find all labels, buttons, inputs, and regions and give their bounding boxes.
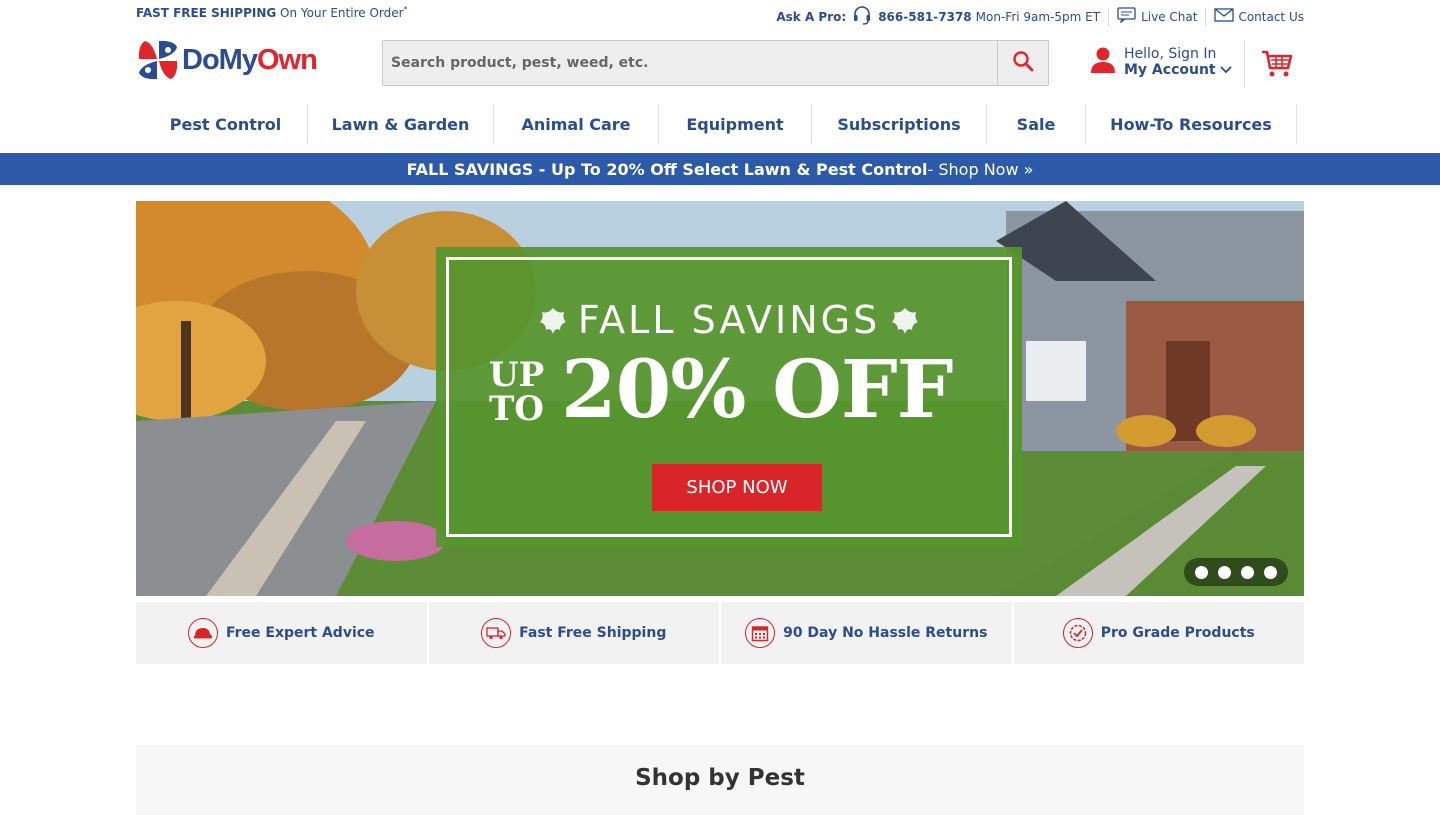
carousel-dot-1[interactable] xyxy=(1195,565,1208,579)
shipping-asterisk: * xyxy=(403,5,408,14)
feature-strip: Free Expert Advice Fast Free Shipping 90… xyxy=(136,602,1304,664)
account-menu[interactable]: Hello, Sign In My Account xyxy=(1090,46,1233,78)
hero-carousel[interactable]: FALL SAVINGS UP TO 20% OFF SHOP NOW xyxy=(136,201,1304,596)
nav-item-subscriptions[interactable]: Subscriptions xyxy=(812,104,987,144)
support-hours: Mon-Fri 9am-5pm ET xyxy=(975,9,1101,24)
search-bar xyxy=(382,40,1049,86)
divider xyxy=(1108,7,1110,26)
hero-shop-now-button[interactable]: SHOP NOW xyxy=(652,464,822,511)
account-text: Hello, Sign In My Account xyxy=(1124,46,1233,78)
ask-pro-label: Ask A Pro: xyxy=(776,9,847,24)
account-greeting: Hello, Sign In xyxy=(1124,46,1217,62)
feature-label: Free Expert Advice xyxy=(225,625,375,641)
nav-item-sale[interactable]: Sale xyxy=(987,104,1086,144)
chat-bubble-icon xyxy=(1117,7,1137,26)
hero-discount: 20% OFF xyxy=(561,342,953,436)
nav-item-equipment[interactable]: Equipment xyxy=(659,104,812,144)
feature-label: Fast Free Shipping xyxy=(519,625,667,641)
live-chat-label: Live Chat xyxy=(1141,9,1198,24)
cart-icon xyxy=(1261,50,1293,82)
contact-us-link[interactable]: Contact Us xyxy=(1214,8,1304,25)
shipping-bold: FAST FREE SHIPPING xyxy=(136,6,277,20)
nav-item-how-to-resources[interactable]: How-To Resources xyxy=(1086,104,1297,144)
header-divider xyxy=(1244,40,1245,88)
nav-item-pest-control[interactable]: Pest Control xyxy=(144,104,308,144)
chevron-down-icon xyxy=(1220,62,1233,78)
my-account-label: My Account xyxy=(1124,62,1216,78)
promo-text: FALL SAVINGS - Up To 20% Off Select Lawn… xyxy=(406,159,928,179)
hero-offer-frame: FALL SAVINGS UP TO 20% OFF SHOP NOW xyxy=(446,257,1012,537)
hero-to-word: TO xyxy=(489,389,544,429)
nav-item-lawn-garden[interactable]: Lawn & Garden xyxy=(308,104,494,144)
envelope-icon xyxy=(1214,8,1235,25)
account-label-row: My Account xyxy=(1124,62,1233,78)
oak-leaf-icon xyxy=(890,301,920,345)
utility-bar: FAST FREE SHIPPING On Your Entire Order*… xyxy=(136,0,1304,26)
headset-icon xyxy=(852,5,872,28)
logo-wordmark: DoMyOwn xyxy=(182,43,318,77)
section-title: Shop by Pest xyxy=(635,765,805,791)
search-icon xyxy=(1012,50,1034,76)
hero-headline: FALL SAVINGS xyxy=(577,298,881,342)
shipping-notice[interactable]: FAST FREE SHIPPING On Your Entire Order* xyxy=(136,5,408,20)
feature-label: 90 Day No Hassle Returns xyxy=(783,625,988,641)
promo-shop-now-link: - Shop Now » xyxy=(927,159,1034,179)
feature-pro-grade-products[interactable]: Pro Grade Products xyxy=(1013,602,1304,664)
search-button[interactable] xyxy=(997,41,1048,85)
feature-free-expert-advice[interactable]: Free Expert Advice xyxy=(136,602,427,664)
logo-wordmark-domy: DoMy xyxy=(182,43,258,76)
user-icon xyxy=(1090,46,1116,78)
feature-label: Pro Grade Products xyxy=(1100,625,1255,641)
contact-us-label: Contact Us xyxy=(1238,9,1304,24)
carousel-pagination xyxy=(1184,558,1288,586)
main-nav: Pest Control Lawn & Garden Animal Care E… xyxy=(144,104,1297,144)
feature-fast-free-shipping[interactable]: Fast Free Shipping xyxy=(428,602,719,664)
carousel-dot-4[interactable] xyxy=(1264,565,1277,579)
logo-flower-icon xyxy=(137,39,179,81)
carousel-dot-3[interactable] xyxy=(1241,565,1254,579)
truck-icon xyxy=(481,618,512,648)
carousel-dot-2[interactable] xyxy=(1218,565,1231,579)
live-chat-link[interactable]: Live Chat xyxy=(1117,7,1197,26)
hero-headline-row: FALL SAVINGS xyxy=(449,298,1009,345)
logo-wordmark-own: Own xyxy=(256,43,318,76)
shipping-rest: On Your Entire Order xyxy=(276,6,404,20)
calendar-icon xyxy=(745,618,776,648)
phone-number[interactable]: 866-581-7378 xyxy=(878,10,971,24)
badge-check-icon xyxy=(1062,618,1093,648)
hero-up-to: UP TO xyxy=(489,358,544,426)
oak-leaf-icon xyxy=(538,301,568,345)
hero-up-word: UP xyxy=(489,355,545,395)
shop-by-pest-section: Shop by Pest xyxy=(136,745,1304,815)
divider xyxy=(1205,7,1207,26)
cart-button[interactable] xyxy=(1261,50,1293,82)
feature-90-day-returns[interactable]: 90 Day No Hassle Returns xyxy=(721,602,1012,664)
hero-offer-panel: FALL SAVINGS UP TO 20% OFF SHOP NOW xyxy=(436,247,1022,547)
search-input[interactable] xyxy=(383,41,997,85)
expert-cap-icon xyxy=(187,618,218,648)
site-logo[interactable]: DoMyOwn xyxy=(137,39,318,81)
promo-banner[interactable]: FALL SAVINGS - Up To 20% Off Select Lawn… xyxy=(0,153,1440,185)
utility-links: Ask A Pro: 866-581-7378 Mon-Fri 9am-5pm … xyxy=(776,5,1304,28)
nav-item-animal-care[interactable]: Animal Care xyxy=(494,104,659,144)
